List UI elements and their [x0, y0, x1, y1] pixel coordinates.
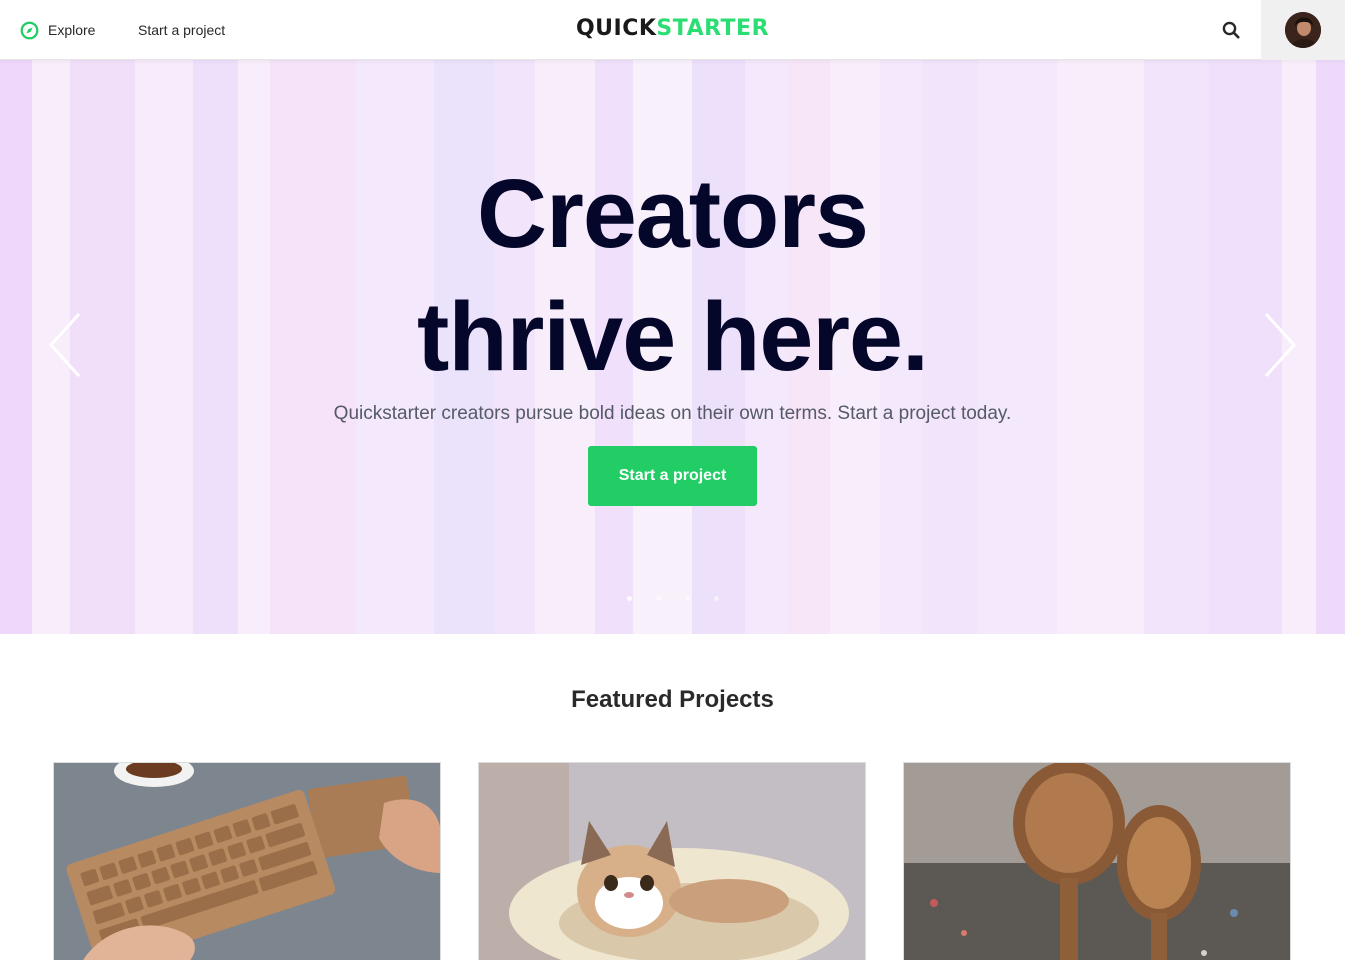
- explore-label: Explore: [48, 22, 96, 38]
- carousel-next-button[interactable]: [1259, 310, 1299, 380]
- carousel-dot-3[interactable]: [684, 596, 690, 601]
- wooden-keyboard-photo: [54, 763, 440, 960]
- grumpy-cat-photo: [479, 763, 865, 960]
- chevron-right-icon: [1264, 312, 1297, 378]
- carousel-dot-1[interactable]: [626, 596, 632, 601]
- top-navigation: Explore Start a project QUICKSTARTER: [0, 0, 1345, 60]
- user-menu-button[interactable]: [1261, 0, 1345, 60]
- featured-project-card-keyboard[interactable]: [53, 762, 441, 960]
- compass-icon: [20, 21, 39, 39]
- featured-project-card-cat[interactable]: [478, 762, 866, 960]
- carousel-dot-4[interactable]: [713, 596, 719, 601]
- logo-link[interactable]: QUICKSTARTER: [576, 16, 769, 41]
- hero-subtitle: Quickstarter creators pursue bold ideas …: [333, 403, 1012, 424]
- carousel-indicators: [0, 596, 1345, 601]
- search-button[interactable]: [1214, 14, 1248, 46]
- hero-title-line-1: Creators: [477, 159, 869, 268]
- chevron-left-icon: [48, 312, 81, 378]
- hero-title-line-2: thrive here.: [417, 282, 929, 391]
- carousel-prev-button[interactable]: [46, 310, 86, 380]
- hero-carousel: Creators thrive here. Quickstarter creat…: [0, 60, 1345, 634]
- explore-link[interactable]: Explore: [20, 0, 95, 60]
- logo-quick-text: QUICK: [575, 16, 657, 41]
- carousel-dot-2[interactable]: [655, 596, 661, 601]
- avatar-photo: [1285, 12, 1321, 48]
- featured-projects-heading: Featured Projects: [571, 686, 774, 713]
- avatar: [1285, 12, 1321, 48]
- start-project-link[interactable]: Start a project: [138, 0, 225, 60]
- start-project-label: Start a project: [138, 22, 226, 38]
- featured-project-card-spoons[interactable]: [903, 762, 1291, 960]
- hero-start-project-button[interactable]: Start a project: [588, 446, 757, 506]
- wooden-spoons-photo: [904, 763, 1290, 960]
- logo-starter-text: STARTER: [656, 16, 770, 41]
- search-icon: [1222, 21, 1240, 39]
